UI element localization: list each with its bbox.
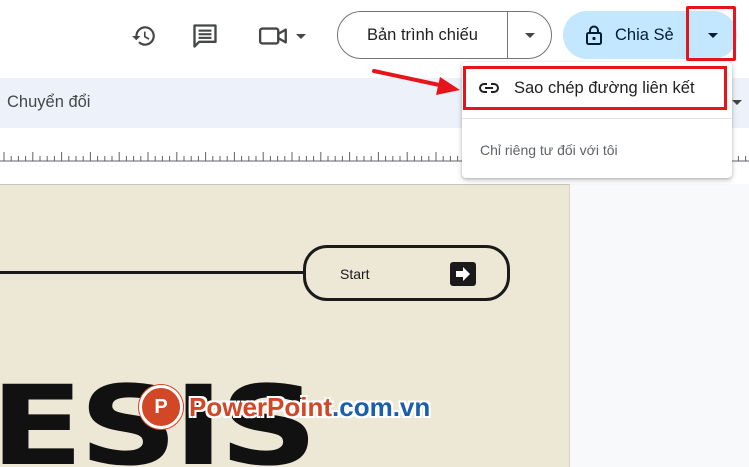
powerpoint-logo-icon: P (139, 385, 183, 429)
access-caption: Chỉ riêng tư đối với tôi (480, 142, 618, 158)
menu-divider (462, 118, 732, 119)
powerpoint-logo-letter: P (154, 395, 168, 418)
share-options-highlight-box (686, 6, 736, 61)
meet-button[interactable] (253, 17, 313, 55)
comments-button[interactable] (185, 17, 225, 55)
version-history-button[interactable] (125, 17, 163, 55)
caret-down-icon[interactable] (731, 99, 743, 107)
present-button[interactable]: Bản trình chiếu (338, 12, 508, 58)
video-camera-icon (258, 27, 287, 45)
arrow-right-icon (450, 262, 476, 286)
comment-icon (193, 24, 217, 48)
watermark-brand: PowerPoint (189, 391, 333, 422)
present-options-button[interactable] (508, 12, 551, 58)
start-label: Start (340, 266, 370, 282)
slide-connector-line (0, 271, 306, 274)
caret-down-icon (524, 33, 535, 38)
watermark: P PowerPoint.com.vn (139, 381, 430, 433)
share-button-label: Chia Sẻ (615, 25, 674, 44)
caret-down-icon (296, 34, 306, 39)
history-icon (132, 26, 155, 46)
copy-link-highlight-box (463, 66, 727, 110)
convert-menu-label[interactable]: Chuyển đổi (7, 93, 90, 112)
lock-icon (586, 25, 602, 45)
annotation-arrow-icon (372, 69, 460, 95)
start-shape[interactable]: Start (303, 245, 510, 301)
present-button-label: Bản trình chiếu (367, 25, 478, 44)
watermark-domain: .com.vn (332, 391, 431, 422)
share-button[interactable]: Chia Sẻ (563, 11, 687, 59)
present-button-group: Bản trình chiếu (337, 11, 552, 59)
watermark-text: PowerPoint.com.vn (189, 392, 430, 423)
